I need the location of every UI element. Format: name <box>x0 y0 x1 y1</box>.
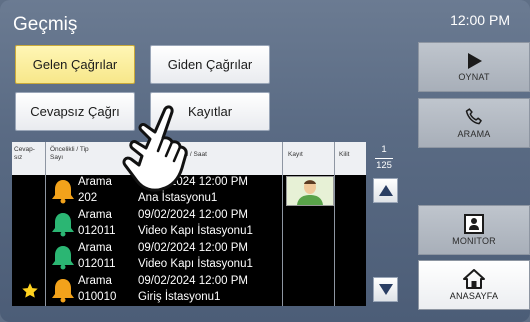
page-total: 125 <box>376 160 392 171</box>
pager: 1 125 <box>366 142 402 306</box>
bell-clapper <box>60 297 66 303</box>
call-label: ARAMA <box>457 129 491 139</box>
call-datetime: 09/02/2024 12:00 PM <box>138 242 248 254</box>
scroll-down-button[interactable] <box>373 277 398 302</box>
call-station: Video Kapı İstasyonu1 <box>138 258 253 270</box>
header-lock: Kilit <box>339 151 350 158</box>
table-row[interactable]: Arama 012011 09/02/2024 12:00 PM Video K… <box>12 241 366 274</box>
tab-recordings-label: Kayıtlar <box>187 104 233 119</box>
bell-icon <box>52 180 74 204</box>
play-button[interactable]: OYNAT <box>418 42 530 92</box>
bell-body <box>52 246 74 265</box>
call-station: Video Kapı İstasyonu1 <box>138 225 253 237</box>
call-type: Arama <box>78 275 112 287</box>
triangle-up-icon <box>378 185 393 196</box>
bell-icon <box>52 279 74 303</box>
tab-missed-label: Cevapsız Çağrı <box>30 104 120 119</box>
bell-icon <box>52 213 74 237</box>
call-type: Arama <box>78 242 112 254</box>
monitor-label: MONITOR <box>452 236 496 246</box>
bell-body <box>52 213 74 232</box>
tab-incoming-calls[interactable]: Gelen Çağrılar <box>15 45 135 84</box>
home-icon <box>463 269 485 289</box>
monitor-icon <box>464 214 484 234</box>
star-icon <box>22 283 38 298</box>
page-divider <box>375 158 393 159</box>
call-number: 010010 <box>78 291 117 303</box>
tab-missed-calls[interactable]: Cevapsız Çağrı <box>15 92 135 131</box>
monitor-button[interactable]: MONITOR <box>418 205 530 255</box>
table-row[interactable]: Arama 010010 09/02/2024 12:00 PM Giriş İ… <box>12 274 366 307</box>
scroll-up-button[interactable] <box>373 178 398 203</box>
history-screen: Geçmiş 12:00 PM Gelen Çağrılar Giden Çağ… <box>0 0 530 322</box>
call-type: Arama <box>78 209 112 221</box>
call-number: 202 <box>78 192 98 204</box>
table-header: Cevap- sız Öncelikli / Tip Sayı Tarih / … <box>12 142 366 175</box>
call-button[interactable]: ARAMA <box>418 98 530 148</box>
call-station: Giriş İstasyonu1 <box>138 291 221 303</box>
call-number: 012011 <box>78 225 116 237</box>
header-priority-type: Öncelikli / Tip Sayı <box>50 146 89 161</box>
call-datetime: 09/02/2024 12:00 PM <box>138 275 248 287</box>
play-label: OYNAT <box>458 72 490 82</box>
triangle-down-icon <box>378 284 393 295</box>
phone-icon <box>465 108 482 125</box>
bell-clapper <box>60 231 66 237</box>
bell-icon <box>52 246 74 270</box>
tab-outgoing-label: Giden Çağrılar <box>167 57 253 72</box>
bell-clapper <box>60 264 66 270</box>
pointing-hand-icon <box>122 105 188 192</box>
star-shape <box>22 283 38 298</box>
header-missed: Cevap- sız <box>14 146 35 161</box>
person-thumbnail-icon <box>287 177 333 205</box>
table-row[interactable]: Arama 012011 09/02/2024 12:00 PM Video K… <box>12 208 366 241</box>
bell-body <box>52 279 74 298</box>
tab-incoming-label: Gelen Çağrılar <box>32 57 118 72</box>
header-record: Kayıt <box>288 151 303 158</box>
page-current: 1 <box>381 144 387 155</box>
history-table: Cevap- sız Öncelikli / Tip Sayı Tarih / … <box>12 142 366 306</box>
page-title: Geçmiş <box>13 14 78 35</box>
recording-thumbnail[interactable] <box>286 176 334 206</box>
tab-outgoing-calls[interactable]: Giden Çağrılar <box>150 45 270 84</box>
call-type: Arama <box>78 176 112 188</box>
call-number: 012011 <box>78 258 116 270</box>
call-datetime: 09/02/2024 12:00 PM <box>138 209 248 221</box>
home-label: ANASAYFA <box>449 291 499 301</box>
clock: 12:00 PM <box>450 12 510 28</box>
bell-body <box>52 180 74 199</box>
play-icon <box>468 53 482 69</box>
bell-clapper <box>60 198 66 204</box>
home-button[interactable]: ANASAYFA <box>418 260 530 310</box>
